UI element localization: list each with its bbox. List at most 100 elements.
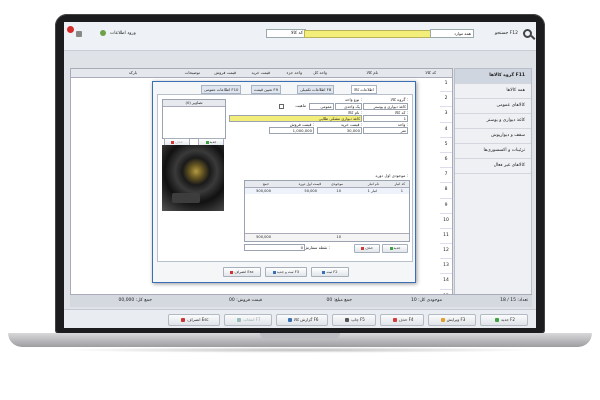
sidebar-item-wallpaper[interactable]: کاغذ دیواری و پوستر [455,114,531,129]
add-icon [205,140,209,144]
table-row[interactable]: 10 [440,214,452,229]
laptop-shadow [60,347,540,353]
nature-label: ماهیت [295,103,306,108]
group-select[interactable]: کاغذ دیواری و پوستر [363,103,408,110]
report-icon [287,318,292,322]
min-stock-input[interactable]: 0 [244,244,305,251]
sidebar-item-inactive[interactable]: کالاهای غیر فعال [455,159,531,174]
field-select[interactable]: کد کالا [266,29,306,38]
row-qty: 10 [336,189,341,193]
inventory-grid-header: کد انبار نام انبار موجودی قیمت اول دوره … [245,181,409,188]
name-input[interactable]: کاغذ دیواری مشکی طلایی [229,115,362,122]
menu-icon[interactable] [76,31,82,37]
new-button[interactable]: جدید F2 [480,314,528,326]
main-footer: جدید F2 ویرایش F3 حذف F4 چاپ F5 گزارش کا… [64,309,536,328]
col-initial-price[interactable]: قیمت اول دوره [299,182,321,186]
search-input[interactable] [304,30,432,38]
save-icon [272,270,276,274]
table-row[interactable]: 5 [440,138,452,153]
select-button[interactable]: انتخاب F7 [224,314,272,326]
status-strip: تعداد: 15 / 18 موجودی کل: 10 جمع مبلغ: 0… [70,294,532,307]
table-row[interactable]: 1 [440,77,452,93]
search-icon[interactable] [523,29,532,38]
tab-pricing[interactable]: تعیین قیمت F9 [251,85,281,94]
table-row[interactable]: 4 [440,123,452,138]
table-row[interactable]: 13 [440,259,452,275]
product-info-panel: گروه کالا : کاغذ دیواری و پوستر نوع واحد… [157,94,413,262]
table-row[interactable]: 14 [440,274,452,290]
delete-icon [392,318,397,322]
sidebar-item-general[interactable]: کالاهای عمومی [455,99,531,114]
grid-delete-button[interactable]: حذف [354,244,380,253]
status-total: جمع کل: 00,000 [118,298,152,303]
user-icon [100,30,106,36]
close-icon[interactable] [67,26,74,33]
cancel-button[interactable]: انصراف Esc [223,267,261,277]
col-subunit[interactable]: واحد جزء [287,70,302,75]
status-fee: جمع مبلغ: 00 [326,298,352,303]
row-price: 50,000 [304,189,317,193]
login-label[interactable]: ورود اطلاعات [110,31,136,36]
sofa-picture [172,193,200,203]
unit-type-select[interactable]: یک واحدی [335,103,362,110]
col-total[interactable]: جمع [263,182,269,186]
table-row[interactable]: 7 [440,168,452,184]
table-row[interactable]: 2 [440,92,452,108]
add-icon [389,246,393,250]
col-unit[interactable]: واحد کل [313,70,327,75]
category-sidebar: گروه کالاها F11 همه کالاها کالاهای عمومی… [454,68,532,300]
top-toolbar: ورود اطلاعات کد کالا همه موارد جستجو F12 [64,22,536,51]
inventory-grid: کد انبار نام انبار موجودی قیمت اول دوره … [244,180,410,242]
edit-button[interactable]: ویرایش F3 [428,314,476,326]
table-row[interactable]: 3 [440,107,452,123]
sum-qty: 10 [336,235,341,239]
table-row[interactable]: 11 [440,229,452,245]
grid-new-button[interactable]: جدید [382,244,408,253]
general-unit-select[interactable]: عمومی [309,103,334,110]
sidebar-item-accessories[interactable]: تزئینات و اکسسوری‌ها [455,144,531,159]
tab-general-info[interactable]: اطلاعات عمومی F10 [201,85,242,94]
save-icon [322,270,326,274]
unit-input[interactable]: متر [363,127,408,134]
col-sell-price[interactable]: قیمت فروش [214,70,236,75]
tab-extra-info[interactable]: اطلاعات تکمیلی F8 [297,85,335,94]
tab-product-info[interactable]: اطلاعات کالا [351,85,377,94]
table-row[interactable]: 12 [440,244,452,260]
col-warehouse-code[interactable]: کد انبار [395,182,405,186]
sidebar-item-ceiling[interactable]: سقف و دیوارپوش [455,129,531,144]
exit-button[interactable]: انصراف Esc [168,314,220,326]
min-stock-label: نقطه سفارش : [304,245,330,250]
table-row[interactable]: 1 انبار 1 10 50,000 500,000 [245,188,409,194]
table-row[interactable]: 6 [440,153,452,169]
save-new-button[interactable]: ثبت و جدید F3 [265,267,307,277]
nature-checkbox[interactable] [279,104,284,109]
dialog-footer: انصراف Esc ثبت و جدید F3 ثبت F2 [157,265,411,278]
col-buy-price[interactable]: قیمت خرید [251,70,270,75]
table-row[interactable]: 9 [440,199,452,214]
code-input[interactable]: 1 [363,115,408,122]
status-units: موجودی کل: 10 [410,298,442,303]
delete-icon [361,246,365,250]
col-barcode[interactable]: بارکد [129,70,137,75]
edit-icon [440,318,445,322]
col-code[interactable]: کد کالا [425,70,436,75]
row-total: 500,000 [256,189,271,193]
col-qty[interactable]: موجودی [331,182,343,186]
buy-price-input[interactable]: 30,000 [317,127,362,134]
sell-price-input[interactable]: 1,000,000 [269,127,314,134]
col-warehouse-name[interactable]: نام انبار [368,182,379,186]
save-button[interactable]: ثبت F2 [311,267,349,277]
delete-button[interactable]: حذف F4 [380,314,424,326]
search-scope-select[interactable]: همه موارد [430,29,474,38]
exit-icon [181,318,186,322]
search-label: جستجو F12 [494,31,518,36]
print-button[interactable]: چاپ F5 [332,314,376,326]
group-label: گروه کالا : [390,97,408,102]
report-button[interactable]: گزارش کالا F6 [276,314,328,326]
exit-icon [230,270,234,274]
image-list[interactable]: تصاویر (0) [162,99,226,139]
col-name[interactable]: نام کالا [367,70,378,75]
sidebar-item-all[interactable]: همه کالاها [455,84,531,99]
col-description[interactable]: توضیحات [185,70,200,75]
table-row[interactable]: 8 [440,183,452,199]
